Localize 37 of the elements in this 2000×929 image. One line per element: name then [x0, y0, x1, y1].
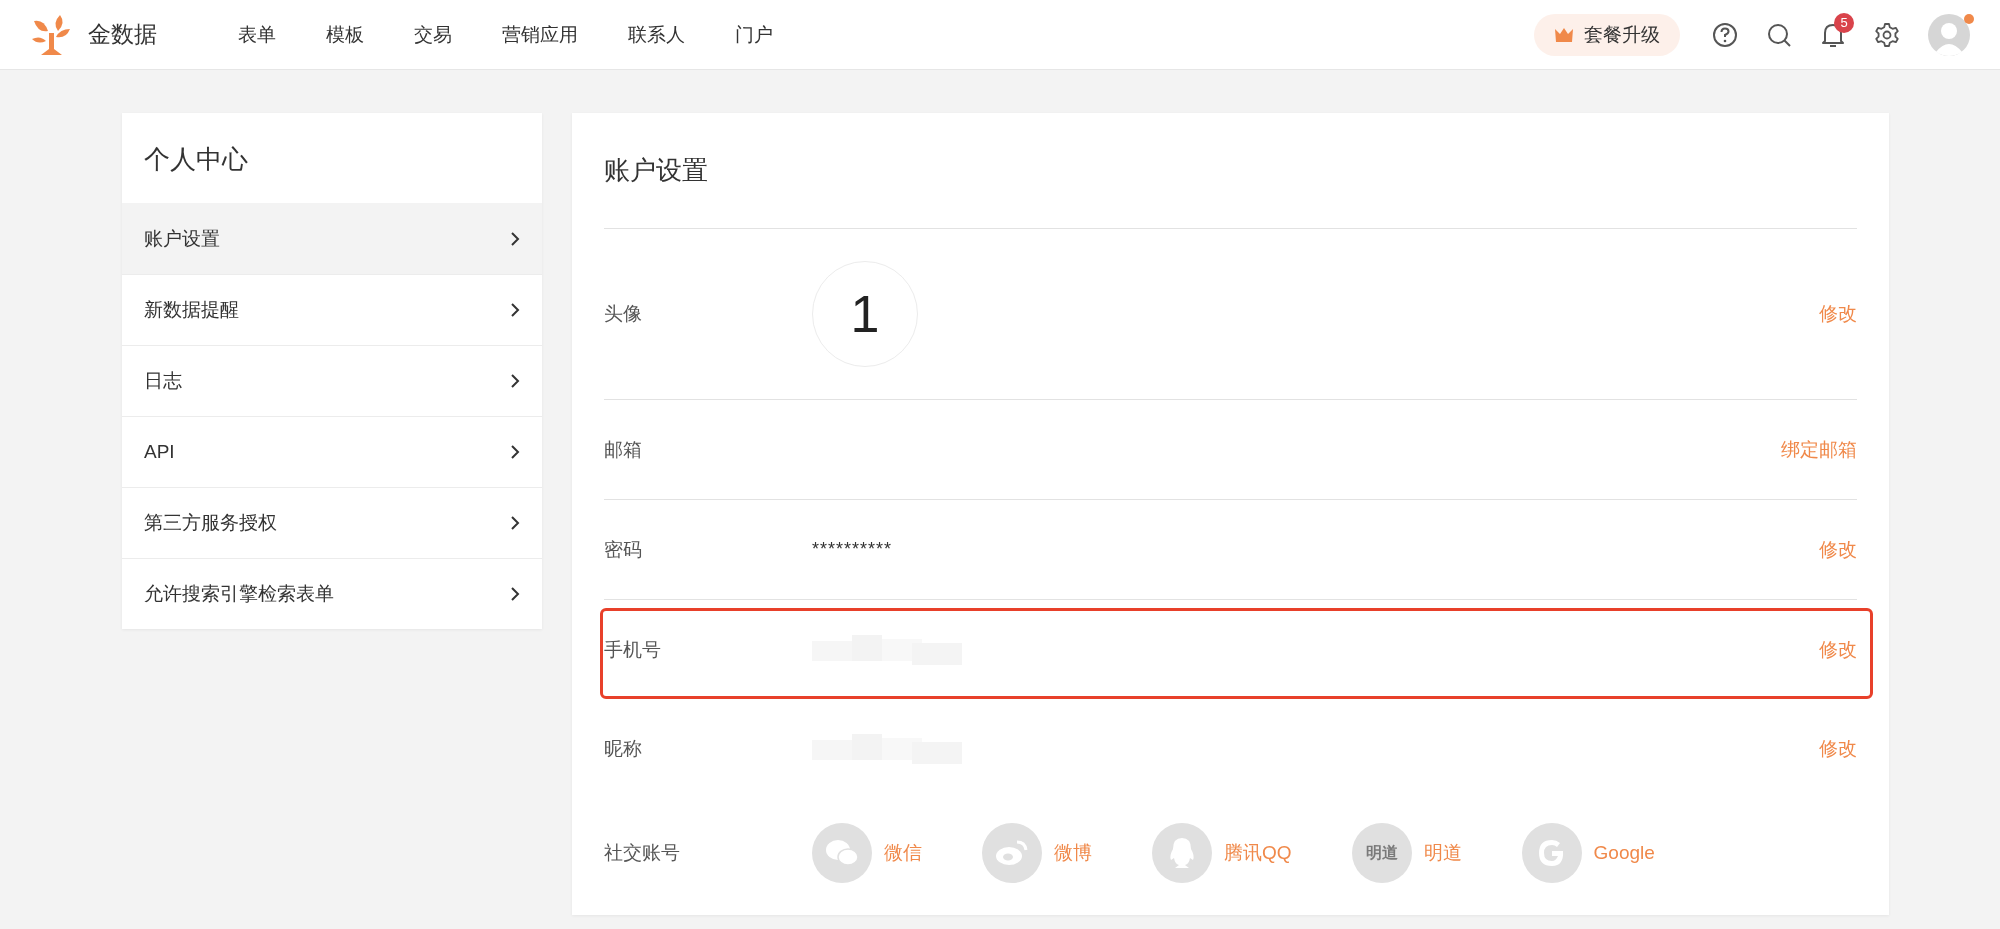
- crown-icon: [1554, 26, 1574, 43]
- social-icon: 明道: [1351, 823, 1412, 883]
- sidebar-item[interactable]: 第三方服务授权: [122, 487, 542, 558]
- settings-icon[interactable]: [1874, 21, 1900, 48]
- chevron-icon: [510, 231, 520, 247]
- nav-link[interactable]: 交易: [414, 21, 452, 48]
- field-label: 密码: [604, 537, 643, 562]
- help-icon[interactable]: [1712, 21, 1738, 48]
- social-icon: [812, 823, 872, 883]
- sidebar-item[interactable]: 允许搜索引擎检索表单: [122, 558, 542, 629]
- chevron-icon: [510, 302, 520, 318]
- chevron-icon: [510, 444, 520, 460]
- field-label: 社交账号: [604, 841, 681, 865]
- notification-badge: 5: [1834, 12, 1854, 33]
- field-value: **********: [812, 539, 893, 560]
- nav-link[interactable]: 门户: [735, 21, 773, 48]
- nav-link[interactable]: 联系人: [628, 21, 685, 48]
- nav-link[interactable]: 表单: [238, 21, 276, 48]
- sidebar-item[interactable]: 账户设置: [122, 203, 542, 274]
- chevron-icon: [510, 586, 520, 602]
- page-title: 账户设置: [604, 113, 1857, 229]
- chevron-icon: [510, 373, 520, 389]
- sidebar-item[interactable]: 新数据提醒: [122, 274, 542, 345]
- nav-link[interactable]: 模板: [326, 21, 364, 48]
- sidebar-title: 个人中心: [143, 143, 249, 176]
- upgrade-button[interactable]: 套餐升级: [1534, 13, 1680, 56]
- nav-link[interactable]: 营销应用: [502, 21, 578, 48]
- brand-name[interactable]: 金数据: [88, 19, 157, 50]
- field-label: 昵称: [604, 736, 643, 761]
- search-icon[interactable]: [1766, 21, 1792, 48]
- sidebar-item[interactable]: 日志: [122, 345, 542, 416]
- chevron-icon: [510, 515, 520, 531]
- field-label: 头像: [604, 302, 643, 326]
- field-label: 邮箱: [604, 437, 643, 462]
- social-icon: [1152, 823, 1212, 883]
- field-label: 手机号: [604, 637, 662, 662]
- sidebar-item[interactable]: API: [122, 416, 542, 487]
